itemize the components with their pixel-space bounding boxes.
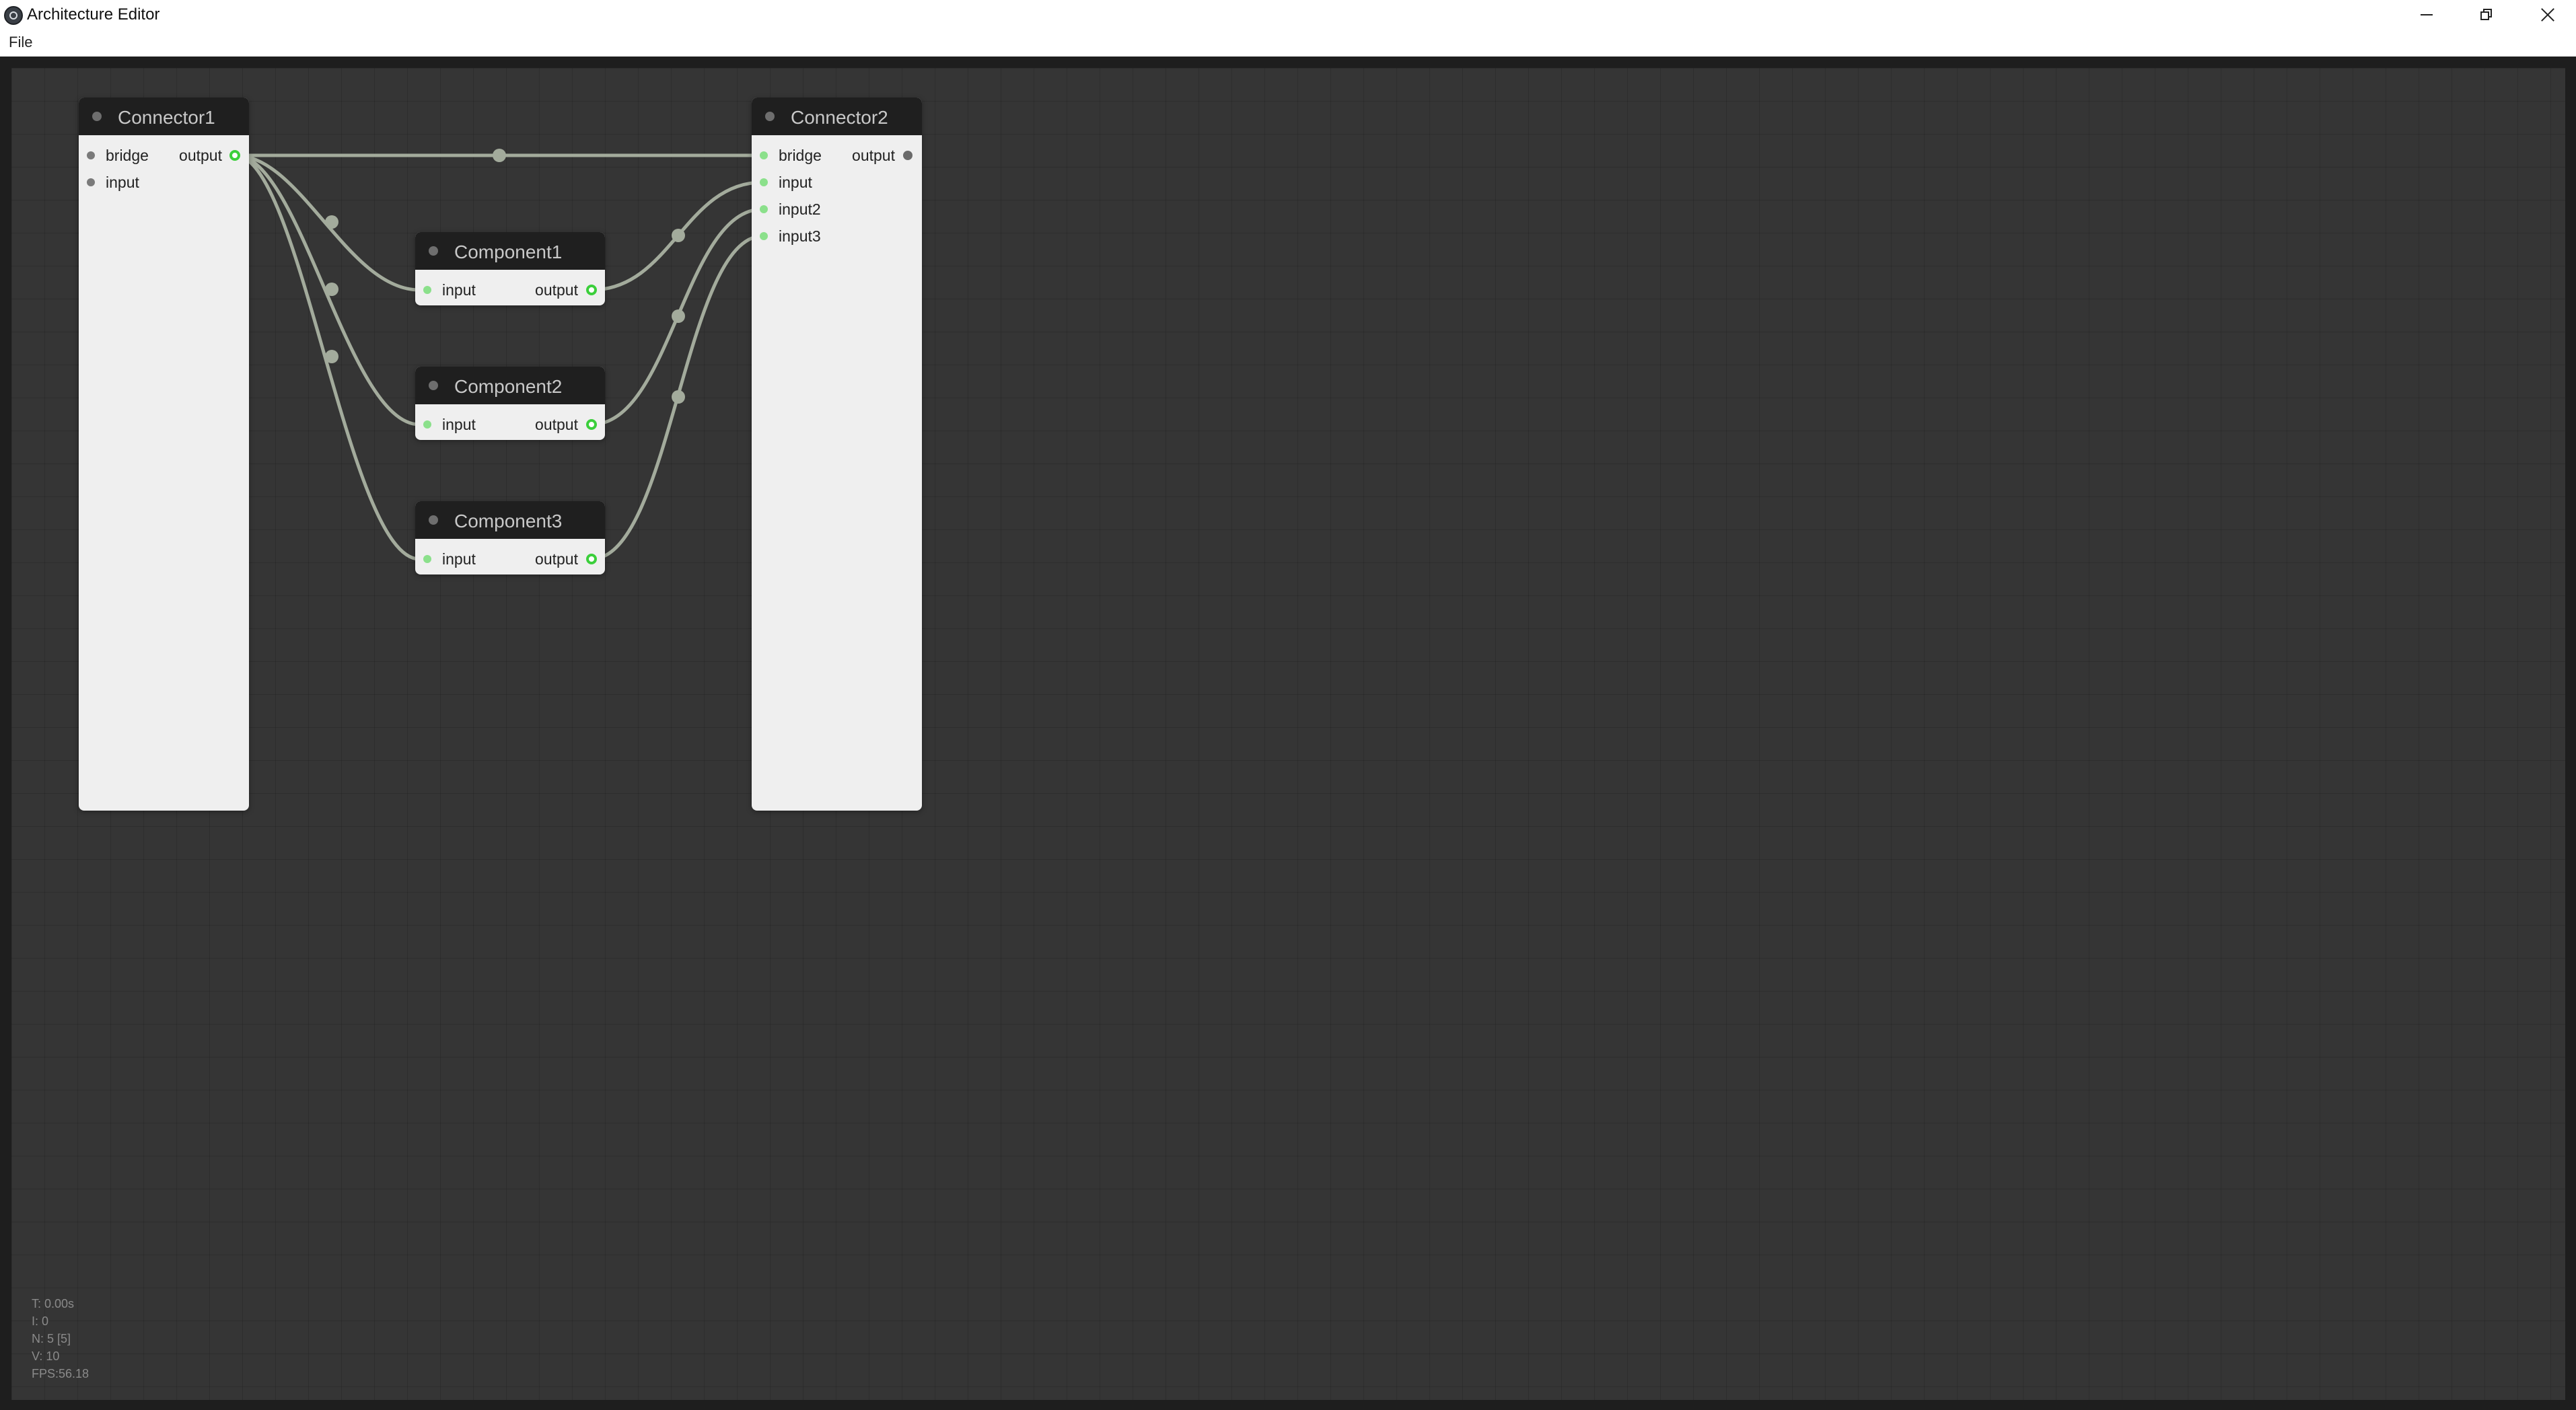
input-label: input2 (779, 200, 821, 218)
node-component2[interactable]: Component2 input output (415, 367, 605, 440)
input-label: input3 (779, 227, 821, 245)
node-header[interactable]: Component3 (415, 501, 605, 539)
menu-bar: File (0, 31, 2576, 57)
node-header[interactable]: Connector2 (752, 98, 922, 135)
input-label: input (442, 416, 476, 433)
input-label: bridge (779, 147, 822, 164)
minimize-button[interactable] (2396, 0, 2455, 31)
input-slot-bridge[interactable] (760, 151, 768, 159)
graph-canvas[interactable]: Connector1 bridge input output Component… (11, 68, 2565, 1400)
input-slot-input3[interactable] (760, 232, 768, 240)
stat-fps: FPS:56.18 (32, 1367, 90, 1380)
graph-canvas-frame: Connector1 bridge input output Component… (0, 57, 2576, 1410)
node-component3[interactable]: Component3 input output (415, 501, 605, 574)
output-slot[interactable] (229, 150, 240, 161)
render-stats: T: 0.00s I: 0 N: 5 [5] V: 10 FPS:56.18 (32, 1295, 89, 1382)
input-slot-input[interactable] (423, 555, 431, 563)
output-slot[interactable] (586, 554, 597, 564)
collapse-toggle[interactable] (429, 246, 438, 256)
node-title: Component3 (454, 511, 563, 531)
node-title: Connector1 (118, 107, 215, 128)
input-label: bridge (106, 147, 149, 164)
node-header[interactable]: Connector1 (79, 98, 249, 135)
output-slot[interactable] (586, 285, 597, 295)
stat-nodes: N: 5 [5] (32, 1332, 71, 1345)
link-center-marker[interactable] (672, 390, 685, 404)
input-slot-input[interactable] (423, 286, 431, 294)
link-center-marker[interactable] (672, 229, 685, 242)
input-slot-input[interactable] (87, 178, 95, 186)
output-label: output (535, 416, 578, 433)
node-title: Connector2 (791, 107, 888, 128)
node-header[interactable]: Component1 (415, 232, 605, 270)
restore-button[interactable] (2456, 0, 2515, 31)
link-center-marker[interactable] (672, 309, 685, 323)
window-title: Architecture Editor (27, 5, 160, 24)
collapse-toggle[interactable] (429, 381, 438, 390)
output-label: output (852, 147, 895, 164)
input-label: input (442, 550, 476, 568)
input-label: input (106, 174, 139, 191)
title-bar: Architecture Editor (0, 0, 2576, 31)
node-connector2[interactable]: Connector2 bridge input input2 input3 ou… (752, 98, 922, 811)
node-title: Component2 (454, 376, 563, 397)
node-title: Component1 (454, 242, 563, 262)
input-slot-input2[interactable] (760, 205, 768, 213)
stat-visible: V: 10 (32, 1349, 60, 1363)
input-slot-bridge[interactable] (87, 151, 95, 159)
menu-file[interactable]: File (9, 34, 32, 51)
link-center-marker[interactable] (325, 350, 338, 363)
app-logo-icon (4, 6, 23, 25)
output-label: output (535, 281, 578, 299)
link-center-marker[interactable] (493, 149, 506, 162)
input-slot-input[interactable] (423, 420, 431, 429)
links-layer (235, 149, 763, 561)
output-label: output (535, 550, 578, 568)
collapse-toggle[interactable] (92, 112, 102, 121)
input-slot-input[interactable] (760, 178, 768, 186)
collapse-toggle[interactable] (429, 515, 438, 525)
close-button[interactable] (2517, 0, 2576, 31)
collapse-toggle[interactable] (765, 112, 775, 121)
node-component1[interactable]: Component1 input output (415, 232, 605, 305)
input-label: input (442, 281, 476, 299)
stat-time: T: 0.00s (32, 1297, 75, 1310)
output-label: output (179, 147, 222, 164)
node-connector1[interactable]: Connector1 bridge input output (79, 98, 249, 811)
stat-iteration: I: 0 (32, 1314, 49, 1328)
output-slot[interactable] (586, 419, 597, 430)
input-label: input (779, 174, 812, 191)
link-center-marker[interactable] (325, 215, 338, 229)
link-center-marker[interactable] (325, 283, 338, 296)
node-header[interactable]: Component2 (415, 367, 605, 404)
output-slot[interactable] (903, 151, 913, 160)
